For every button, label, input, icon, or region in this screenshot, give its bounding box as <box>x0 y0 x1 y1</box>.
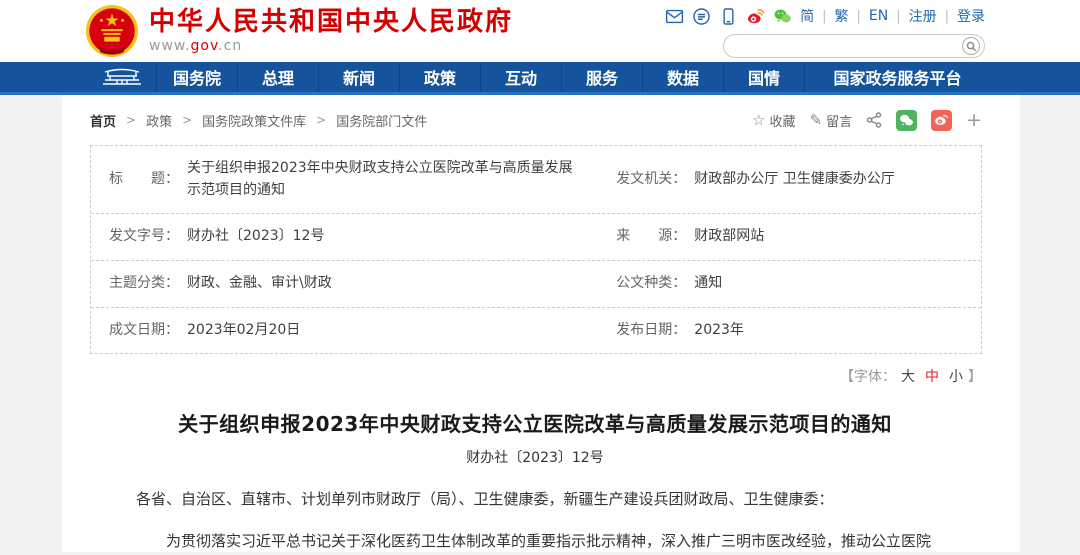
breadcrumb-home[interactable]: 首页 <box>90 111 116 130</box>
meta-row-doc-number: 发文字号： 财办社〔2023〕12号 来 源： 财政部网站 <box>91 214 981 262</box>
nav-item-gov-service-platform[interactable]: 国家政务服务平台 <box>804 62 990 92</box>
wechat-icon[interactable] <box>773 7 792 26</box>
site-header: 中华人民共和国中央人民政府 www.gov.cn 简 | 繁 | EN | 注册… <box>0 0 1080 62</box>
meta-label-written-date: 成文日期： <box>109 321 179 338</box>
meta-label-publish-date: 发布日期： <box>616 321 687 338</box>
link-separator: | <box>896 8 901 24</box>
brand-text: 中华人民共和国中央人民政府 www.gov.cn <box>149 8 513 55</box>
site-brand[interactable]: 中华人民共和国中央人民政府 www.gov.cn <box>85 4 513 58</box>
message-icon[interactable] <box>692 7 711 26</box>
mail-icon[interactable] <box>665 7 684 26</box>
font-size-prefix: 【字体： <box>840 369 896 386</box>
meta-value-title: 关于组织申报2023年中央财政支持公立医院改革与高质量发展示范项目的通知 <box>187 160 573 198</box>
page: 中华人民共和国中央人民政府 www.gov.cn 简 | 繁 | EN | 注册… <box>0 0 1080 552</box>
share-nodes-icon <box>866 112 882 128</box>
nav-item-services[interactable]: 服务 <box>561 62 642 92</box>
meta-value-written-date: 2023年02月20日 <box>187 321 301 338</box>
meta-label-doc-number: 发文字号： <box>109 228 179 245</box>
comment-label: 留言 <box>826 114 853 130</box>
link-separator: | <box>944 8 949 24</box>
weibo-icon[interactable] <box>746 7 765 26</box>
font-size-control: 【字体： 大中小】 <box>90 366 982 386</box>
link-separator: | <box>822 8 827 24</box>
site-title: 中华人民共和国中央人民政府 <box>149 6 514 37</box>
weibo-share-button[interactable] <box>931 109 953 131</box>
breadcrumb-separator: > <box>316 113 327 127</box>
register-link[interactable]: 注册 <box>909 6 937 26</box>
search-input[interactable] <box>736 39 962 53</box>
nav-item-premier[interactable]: 总理 <box>237 62 318 92</box>
meta-value-source: 财政部网站 <box>694 228 765 245</box>
url-www: www. <box>149 38 191 55</box>
weibo-icon <box>935 115 949 125</box>
breadcrumb: 首页 > 政策 > 国务院政策文件库 > 国务院部门文件 <box>90 111 427 130</box>
breadcrumb-separator: > <box>182 113 193 127</box>
meta-value-category: 财政、金融、审计\财政 <box>187 275 332 292</box>
header-quick-links: 简 | 繁 | EN | 注册 | 登录 <box>665 4 985 28</box>
star-icon: ☆ <box>752 111 766 129</box>
article-title: 关于组织申报2023年中央财政支持公立医院改革与高质量发展示范项目的通知 <box>178 412 892 437</box>
article-doc-number: 财办社〔2023〕12号 <box>466 450 604 467</box>
breadcrumb-policy-library[interactable]: 国务院政策文件库 <box>202 111 306 130</box>
font-medium-button[interactable]: 中 <box>925 369 939 385</box>
meta-label-source: 来 源： <box>616 228 687 245</box>
nav-item-data[interactable]: 数据 <box>642 62 723 92</box>
nav-item-national-conditions[interactable]: 国情 <box>723 62 804 92</box>
breadcrumb-department-documents[interactable]: 国务院部门文件 <box>336 111 427 130</box>
header-tools: 简 | 繁 | EN | 注册 | 登录 <box>665 4 985 58</box>
meta-label-title: 标 题： <box>109 170 179 187</box>
main-nav: 国务院 总理 新闻 政策 互动 服务 数据 国情 国家政务服务平台 <box>0 62 1080 95</box>
lang-simplified-link[interactable]: 简 <box>800 6 814 26</box>
search-box[interactable] <box>723 34 985 58</box>
url-gov: gov <box>190 38 219 55</box>
wechat-share-button[interactable] <box>896 109 918 131</box>
more-share-button[interactable]: + <box>966 110 982 130</box>
breadcrumb-policy[interactable]: 政策 <box>146 111 172 130</box>
national-emblem-icon <box>85 4 139 58</box>
font-large-button[interactable]: 大 <box>901 369 915 385</box>
wechat-icon <box>900 114 913 125</box>
meta-label-issuing-agency: 发文机关： <box>616 170 687 187</box>
pencil-icon: ✎ <box>809 111 823 129</box>
content-container: 首页 > 政策 > 国务院政策文件库 > 国务院部门文件 ☆ 收藏 ✎ 留言 +… <box>62 95 1020 552</box>
site-url[interactable]: www.gov.cn <box>149 38 513 54</box>
breadcrumb-row: 首页 > 政策 > 国务院政策文件库 > 国务院部门文件 ☆ 收藏 ✎ 留言 + <box>90 109 982 131</box>
lang-traditional-link[interactable]: 繁 <box>835 6 849 26</box>
share-button[interactable] <box>866 112 882 128</box>
url-cn: .cn <box>218 38 243 55</box>
meta-row-dates: 成文日期： 2023年02月20日 发布日期： 2023年 <box>91 308 981 354</box>
font-size-suffix: 】 <box>968 369 982 386</box>
article-paragraph-salutation: 各省、自治区、直辖市、计划单列市财政厅（局）、卫生健康委，新疆生产建设兵团财政局… <box>136 490 834 509</box>
article: 关于组织申报2023年中央财政支持公立医院改革与高质量发展示范项目的通知 财办社… <box>90 408 982 555</box>
mobile-icon[interactable] <box>719 7 738 26</box>
nav-item-state-council[interactable]: 国务院 <box>156 62 237 92</box>
link-separator: | <box>856 8 861 24</box>
login-link[interactable]: 登录 <box>957 6 985 26</box>
meta-value-doc-number: 财办社〔2023〕12号 <box>187 228 325 245</box>
tiananmen-icon[interactable] <box>88 62 156 92</box>
meta-value-doc-type: 通知 <box>694 275 723 292</box>
meta-value-publish-date: 2023年 <box>694 321 744 338</box>
meta-row-category: 主题分类： 财政、金融、审计\财政 公文种类： 通知 <box>91 261 981 308</box>
comment-button[interactable]: ✎ 留言 <box>809 111 852 130</box>
nav-item-interaction[interactable]: 互动 <box>480 62 561 92</box>
favorite-button[interactable]: ☆ 收藏 <box>752 111 795 130</box>
meta-label-category: 主题分类： <box>109 275 179 292</box>
lang-english-link[interactable]: EN <box>869 8 888 24</box>
breadcrumb-separator: > <box>126 113 137 127</box>
page-actions: ☆ 收藏 ✎ 留言 + <box>752 109 982 131</box>
font-small-button[interactable]: 小 <box>949 369 963 385</box>
favorite-label: 收藏 <box>769 114 796 130</box>
meta-label-doc-type: 公文种类： <box>616 275 687 292</box>
meta-row-title: 标 题： 关于组织申报2023年中央财政支持公立医院改革与高质量发展示范项目的通… <box>91 146 981 215</box>
nav-item-policy[interactable]: 政策 <box>399 62 480 92</box>
article-paragraph-body: 为贯彻落实习近平总书记关于深化医药卫生体制改革的重要指示批示精神，深入推广三明市… <box>166 531 932 550</box>
meta-value-issuing-agency: 财政部办公厅 卫生健康委办公厅 <box>694 170 895 187</box>
doc-meta-table: 标 题： 关于组织申报2023年中央财政支持公立医院改革与高质量发展示范项目的通… <box>90 145 982 355</box>
search-icon[interactable] <box>962 37 980 55</box>
nav-item-news[interactable]: 新闻 <box>318 62 399 92</box>
